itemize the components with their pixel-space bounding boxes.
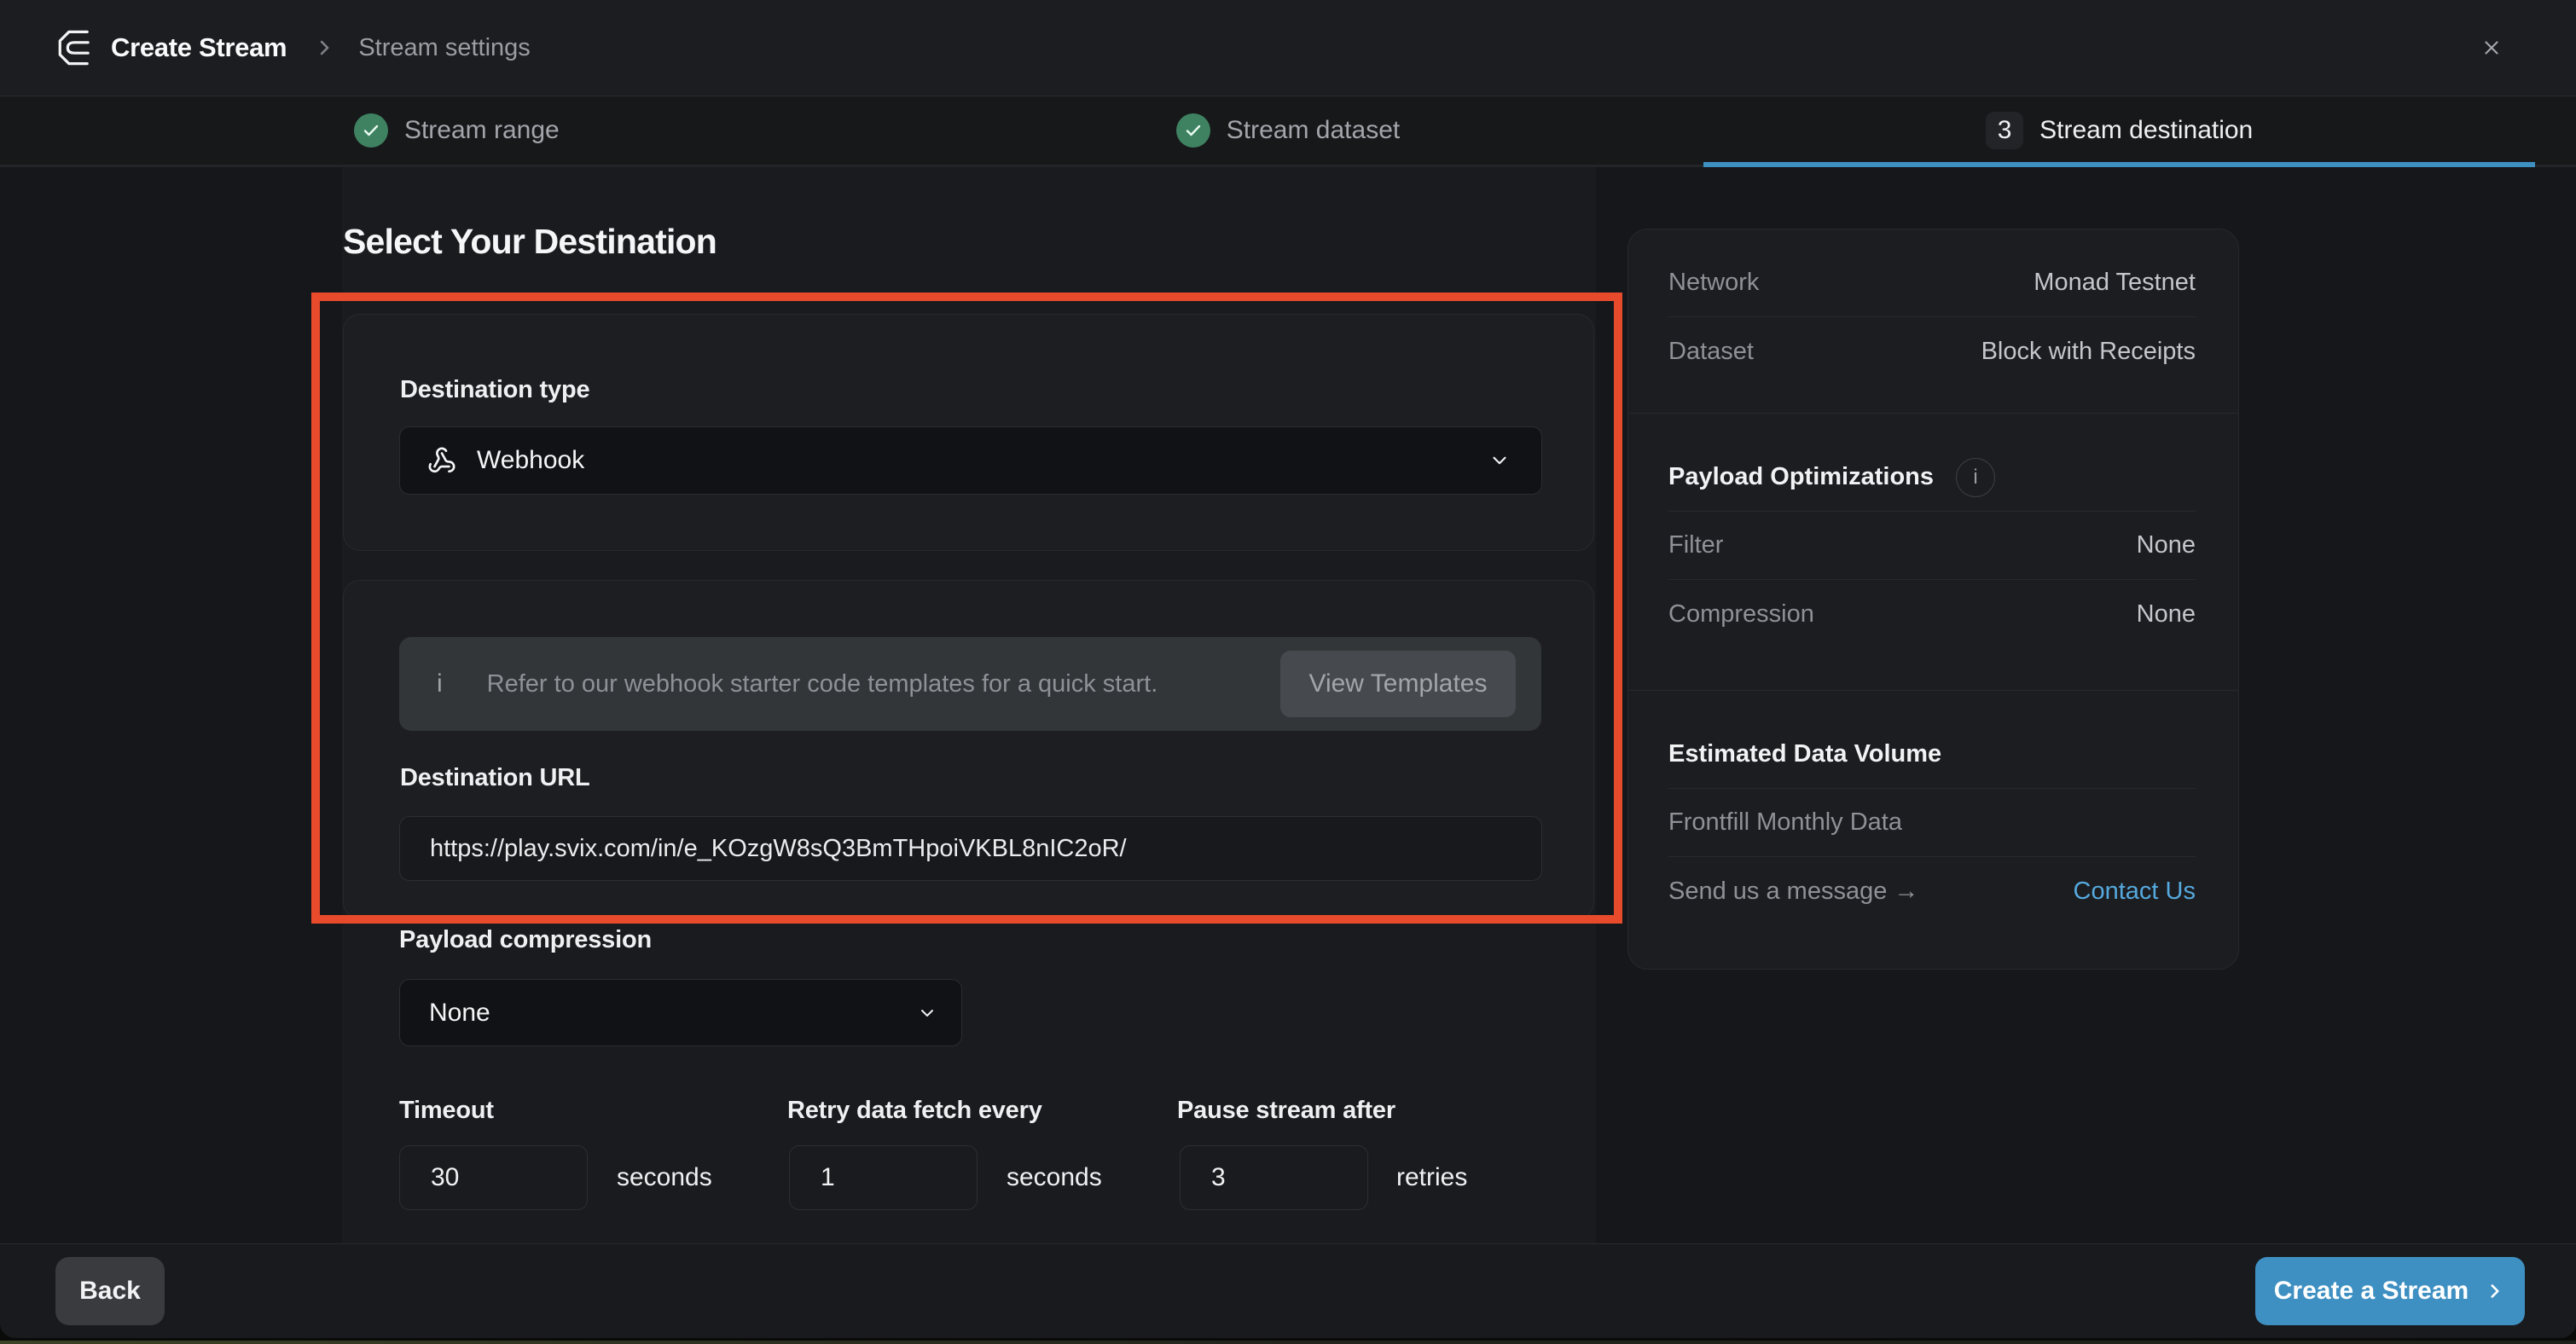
row-label: Network [1668, 269, 1759, 297]
webhook-config-card: i Refer to our webhook starter code temp… [343, 580, 1594, 919]
main-content: Select Your Destination Destination type… [0, 167, 2576, 1243]
step-stream-dataset[interactable]: Stream dataset [873, 96, 1704, 165]
row-value: Monad Testnet [2034, 269, 2196, 297]
summary-row-contact: Send us a message → Contact Us [1668, 857, 2196, 925]
view-templates-button[interactable]: View Templates [1280, 651, 1516, 717]
header: Create Stream Stream settings [0, 0, 2576, 96]
section-title: Payload Optimizations [1668, 463, 1934, 491]
close-icon [2481, 38, 2502, 58]
stream-summary-panel: Network Monad Testnet Dataset Block with… [1627, 229, 2239, 970]
row-value: None [2137, 531, 2196, 559]
destination-type-card: Destination type Webhook [343, 314, 1594, 551]
page-title: Create Stream [111, 32, 287, 63]
destination-type-select[interactable]: Webhook [399, 426, 1542, 495]
info-circle-icon[interactable]: i [1956, 458, 1995, 497]
timeout-unit: seconds [617, 1145, 712, 1210]
chevron-down-icon [1488, 449, 1511, 472]
summary-row-dataset: Dataset Block with Receipts [1668, 317, 2196, 385]
step-stream-range[interactable]: Stream range [41, 96, 873, 165]
contact-us-link[interactable]: Contact Us [2074, 878, 2196, 906]
estimated-data-volume-header: Estimated Data Volume [1668, 691, 2196, 789]
check-icon [1176, 113, 1210, 148]
webhook-icon [427, 446, 456, 475]
footer: Back Create a Stream [0, 1243, 2576, 1338]
pause-unit: retries [1396, 1145, 1467, 1210]
close-button[interactable] [2473, 29, 2510, 67]
quicknode-logo-icon [56, 30, 90, 66]
steps-bar: Stream range Stream dataset 3 Stream des… [0, 96, 2576, 167]
row-label: Filter [1668, 531, 1723, 559]
section-title: Estimated Data Volume [1668, 740, 1941, 768]
step-label: Stream destination [2039, 116, 2253, 145]
background-desktop-edge [0, 1341, 2576, 1344]
payload-compression-label: Payload compression [399, 926, 652, 954]
destination-url-input[interactable]: https://play.svix.com/in/e_KOzgW8sQ3BmTH… [399, 816, 1542, 881]
step-label: Stream range [404, 116, 560, 145]
chevron-down-icon [917, 1003, 937, 1023]
timeout-label: Timeout [399, 1097, 494, 1125]
payload-compression-value: None [429, 999, 490, 1028]
create-stream-label: Create a Stream [2274, 1277, 2469, 1306]
destination-type-value: Webhook [477, 446, 584, 475]
send-message-label: Send us a message → [1668, 878, 1918, 906]
summary-row-compression: Compression None [1668, 580, 2196, 648]
destination-type-label: Destination type [400, 376, 589, 404]
info-icon: i [437, 669, 443, 698]
back-button[interactable]: Back [55, 1257, 165, 1325]
payload-compression-select[interactable]: None [399, 979, 962, 1046]
summary-row-network: Network Monad Testnet [1668, 249, 2196, 317]
row-label: Dataset [1668, 338, 1754, 366]
pause-input[interactable]: 3 [1180, 1145, 1368, 1210]
step-number-badge: 3 [1986, 112, 2023, 149]
breadcrumb: Stream settings [358, 34, 530, 62]
pause-label: Pause stream after [1177, 1097, 1395, 1125]
summary-row-frontfill: Frontfill Monthly Data [1668, 789, 2196, 857]
check-icon [354, 113, 388, 148]
chevron-right-icon [2484, 1280, 2506, 1302]
row-label: Compression [1668, 600, 1814, 629]
step-stream-destination[interactable]: 3 Stream destination [1703, 96, 2535, 165]
info-banner-text: Refer to our webhook starter code templa… [487, 670, 1158, 698]
row-value: Block with Receipts [1981, 338, 2196, 366]
row-value: None [2137, 600, 2196, 629]
summary-row-filter: Filter None [1668, 512, 2196, 580]
page-heading: Select Your Destination [343, 222, 717, 262]
destination-url-label: Destination URL [400, 764, 590, 792]
row-label: Frontfill Monthly Data [1668, 808, 1902, 837]
retry-unit: seconds [1007, 1145, 1102, 1210]
retry-label: Retry data fetch every [787, 1097, 1042, 1125]
info-banner: i Refer to our webhook starter code temp… [399, 637, 1541, 731]
step-label: Stream dataset [1227, 116, 1400, 145]
create-stream-button[interactable]: Create a Stream [2255, 1257, 2525, 1325]
create-stream-modal: Create Stream Stream settings Stream ran… [0, 0, 2576, 1338]
breadcrumb-chevron-icon [312, 36, 336, 60]
retry-input[interactable]: 1 [789, 1145, 978, 1210]
timeout-input[interactable]: 30 [399, 1145, 588, 1210]
payload-optimizations-header: Payload Optimizations i [1668, 414, 2196, 512]
